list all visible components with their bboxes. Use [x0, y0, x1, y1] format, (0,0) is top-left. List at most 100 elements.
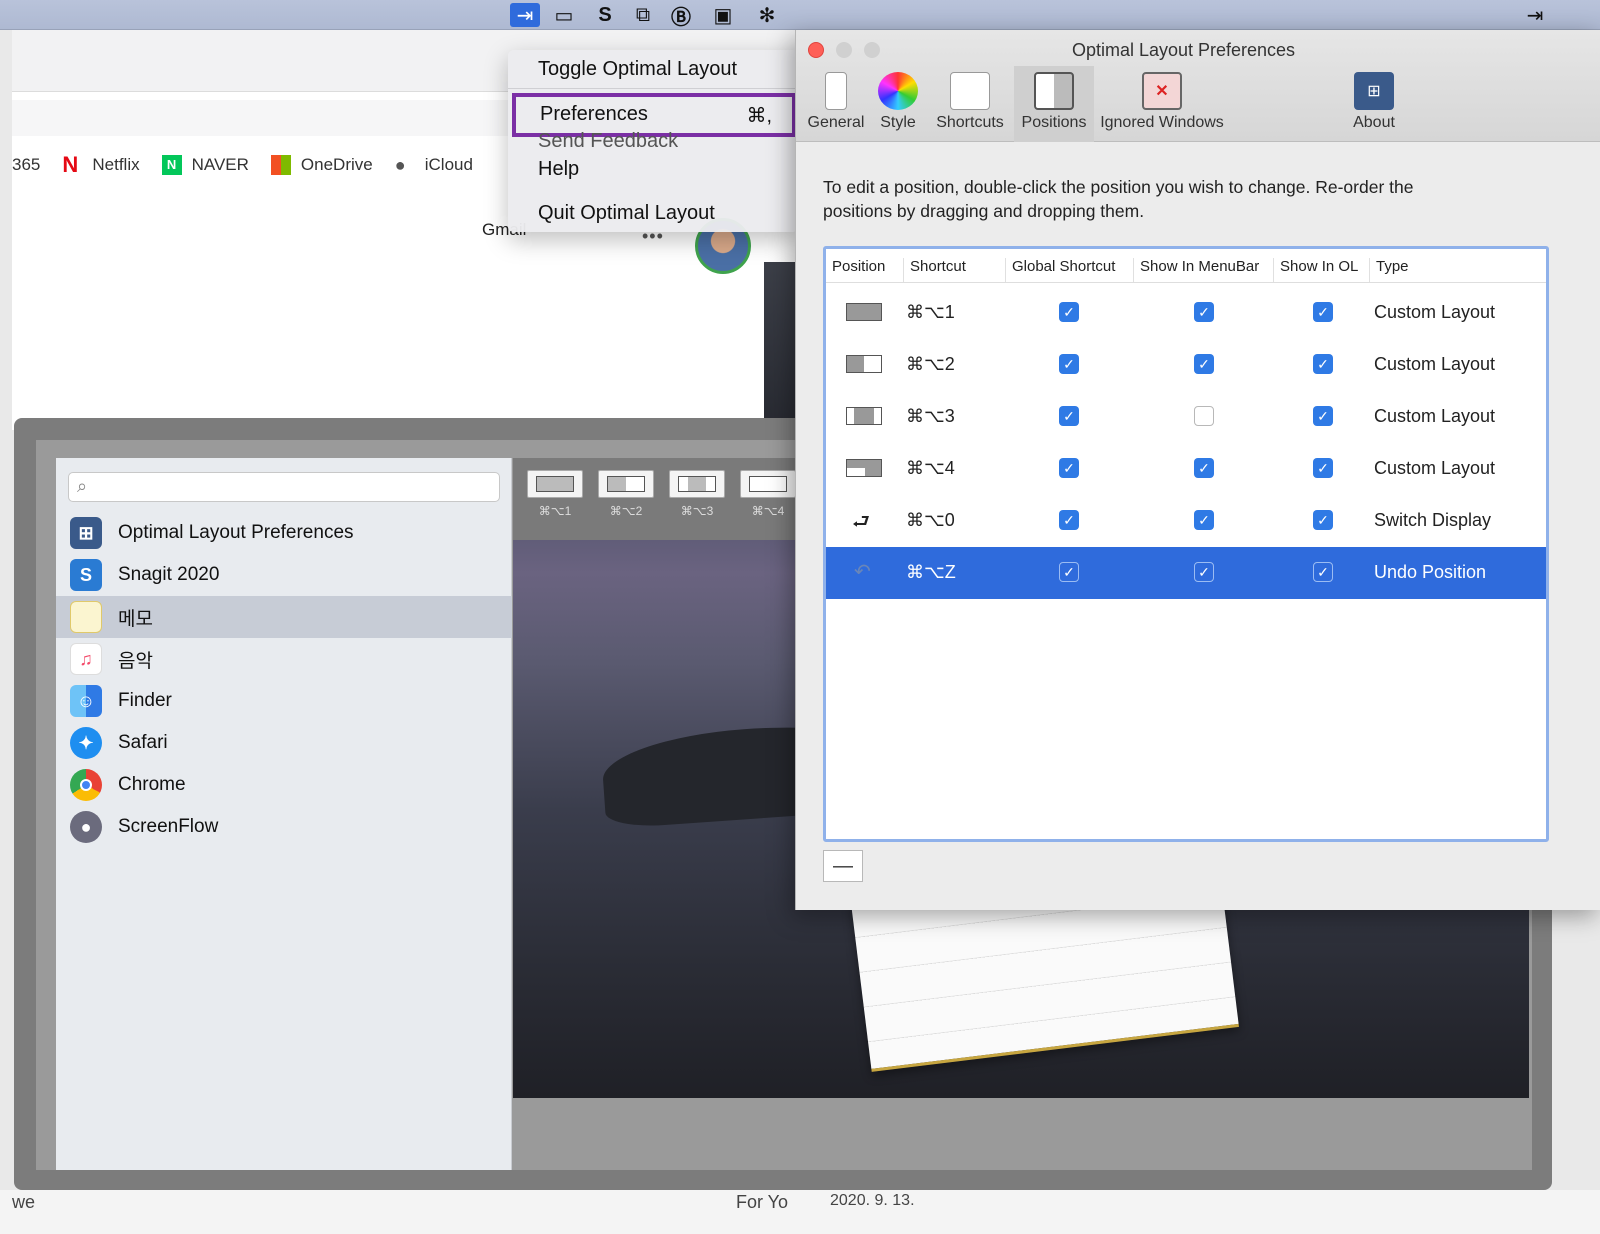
bold-b-icon[interactable]: Ⓑ	[666, 3, 696, 29]
center-layout-icon	[846, 407, 882, 425]
preferences-window: Optimal Layout Preferences General Style…	[795, 30, 1600, 910]
search-input[interactable]: ⌕	[68, 472, 500, 502]
app-item-memo[interactable]: 메모	[56, 596, 512, 638]
microsoft-icon	[270, 155, 291, 175]
shortcut-cell: ⌘⌥2	[906, 354, 955, 374]
table-row[interactable]: ⌘⌥2 ✓ ✓ ✓ Custom Layout	[826, 339, 1546, 391]
show-in-ol-checkbox[interactable]: ✓	[1313, 458, 1333, 478]
show-in-ol-checkbox[interactable]: ✓	[1313, 562, 1333, 582]
menu-toggle-optimal-layout[interactable]: Toggle Optimal Layout	[538, 58, 737, 81]
table-row[interactable]: ⌘⌥1 ✓ ✓ ✓ Custom Layout	[826, 287, 1546, 339]
show-in-ol-checkbox[interactable]: ✓	[1313, 510, 1333, 530]
table-row[interactable]: ⌘⌥3 ✓ ✓ Custom Layout	[826, 391, 1546, 443]
menubar: ⇥ ▭ S ⧉ Ⓑ ▣ ✻ ⇥	[0, 0, 1600, 30]
bookmark-icloud[interactable]: ● iCloud	[395, 155, 473, 175]
shortcut-cell: ⌘⌥0	[906, 510, 955, 530]
col-show-in-menubar[interactable]: Show In MenuBar	[1134, 258, 1274, 282]
right-arrow-icon[interactable]: ⇥	[1520, 3, 1550, 27]
snagit-icon[interactable]: S	[590, 3, 620, 27]
positions-description: To edit a position, double-click the pos…	[823, 177, 1414, 221]
remove-position-button[interactable]: —	[823, 850, 863, 882]
tab-style[interactable]: Style	[874, 66, 922, 142]
tab-ignored-windows[interactable]: ✕ Ignored Windows	[1096, 66, 1228, 142]
bluetooth-icon[interactable]: ✻	[752, 3, 782, 27]
keyboard-icon	[950, 72, 990, 110]
show-in-ol-checkbox[interactable]: ✓	[1313, 406, 1333, 426]
tab-shortcuts[interactable]: Shortcuts	[930, 66, 1010, 142]
tab-about[interactable]: ⊞ About	[1344, 66, 1404, 142]
col-position[interactable]: Position	[826, 258, 904, 282]
bookmark-netflix[interactable]: N Netflix	[62, 152, 139, 177]
launcher-sidebar: ⌕ ⊞ Optimal Layout Preferences S Snagit 20…	[56, 458, 512, 1170]
app-item-chrome[interactable]: Chrome	[56, 764, 512, 806]
show-in-menubar-checkbox[interactable]: ✓	[1194, 510, 1214, 530]
bookmarks-bar: 365 N Netflix N NAVER OneDrive ● iCloud	[12, 150, 495, 180]
screenflow-icon: ●	[70, 811, 102, 843]
position-thumb-label: ⌘⌥4	[751, 504, 785, 518]
global-shortcut-checkbox[interactable]: ✓	[1059, 406, 1079, 426]
position-thumb-label: ⌘⌥3	[680, 504, 714, 518]
bookmark-naver[interactable]: N NAVER	[161, 155, 249, 175]
app-item-finder[interactable]: ☺ Finder	[56, 680, 512, 722]
show-in-menubar-checkbox[interactable]: ✓	[1194, 458, 1214, 478]
show-in-menubar-checkbox[interactable]: ✓	[1194, 354, 1214, 374]
snagit-icon: S	[70, 559, 102, 591]
app-item-safari[interactable]: ✦ Safari	[56, 722, 512, 764]
top-right-layout-icon	[846, 459, 882, 477]
search-icon: ⌕	[77, 476, 88, 496]
show-in-menubar-checkbox[interactable]: ✓	[1194, 302, 1214, 322]
camera-icon[interactable]: ▭	[549, 3, 579, 27]
col-type[interactable]: Type	[1370, 258, 1540, 282]
notes-icon	[70, 601, 102, 633]
global-shortcut-checkbox[interactable]: ✓	[1059, 302, 1079, 322]
background-bottom	[0, 1190, 1600, 1234]
show-in-menubar-checkbox[interactable]: ✓	[1194, 562, 1214, 582]
switch-display-icon: ⮐	[852, 511, 870, 533]
bookmark-365[interactable]: 365	[12, 155, 40, 175]
netflix-icon: N	[62, 152, 79, 177]
chrome-icon	[70, 769, 102, 801]
app-item-music[interactable]: ♫ 음악	[56, 638, 512, 680]
global-shortcut-checkbox[interactable]: ✓	[1059, 458, 1079, 478]
position-thumb-1[interactable]	[527, 470, 583, 498]
show-in-ol-checkbox[interactable]: ✓	[1313, 354, 1333, 374]
menu-separator	[508, 88, 798, 89]
col-shortcut[interactable]: Shortcut	[904, 258, 1006, 282]
tab-positions[interactable]: Positions	[1014, 66, 1094, 142]
type-cell: Custom Layout	[1374, 406, 1496, 426]
col-global-shortcut[interactable]: Global Shortcut	[1006, 258, 1134, 282]
table-row[interactable]: ⮐ ⌘⌥0 ✓ ✓ ✓ Switch Display	[826, 495, 1546, 547]
global-shortcut-checkbox[interactable]: ✓	[1059, 510, 1079, 530]
screen-icon[interactable]: ▣	[708, 3, 738, 27]
table-row-selected[interactable]: ↶ ⌘⌥Z ✓ ✓ ✓ Undo Position	[826, 547, 1546, 599]
type-cell: Switch Display	[1374, 510, 1492, 530]
tab-general[interactable]: General	[804, 66, 868, 142]
position-thumb-shape	[678, 476, 716, 492]
background-text-we: we	[12, 1192, 36, 1212]
bookmark-onedrive[interactable]: OneDrive	[270, 155, 373, 175]
show-in-menubar-checkbox[interactable]	[1194, 406, 1214, 426]
status-menu: Toggle Optimal Layout Preferences ⌘, Sen…	[508, 50, 798, 232]
position-thumb-3[interactable]	[669, 470, 725, 498]
table-header: Position Shortcut Global Shortcut Show I…	[826, 249, 1546, 283]
toggle-icon[interactable]: ⧉	[628, 3, 658, 27]
ignored-window-icon: ✕	[1142, 72, 1182, 110]
app-item-snagit[interactable]: S Snagit 2020	[56, 554, 512, 596]
date-label: 2020. 9. 13.	[830, 1192, 915, 1209]
type-cell: Undo Position	[1374, 562, 1487, 582]
menu-send-feedback[interactable]: Send Feedback	[538, 130, 678, 153]
col-show-in-ol[interactable]: Show In OL	[1274, 258, 1370, 282]
show-in-ol-checkbox[interactable]: ✓	[1313, 302, 1333, 322]
menu-help[interactable]: Help	[538, 158, 579, 181]
optimal-layout-icon[interactable]: ⇥	[510, 3, 540, 27]
app-item-screenflow[interactable]: ● ScreenFlow	[56, 806, 512, 848]
switch-icon	[825, 72, 847, 110]
table-row[interactable]: ⌘⌥4 ✓ ✓ ✓ Custom Layout	[826, 443, 1546, 495]
position-thumb-4[interactable]	[740, 470, 796, 498]
global-shortcut-checkbox[interactable]: ✓	[1059, 562, 1079, 582]
safari-icon: ✦	[70, 727, 102, 759]
app-item-optimal-layout[interactable]: ⊞ Optimal Layout Preferences	[56, 512, 512, 554]
position-thumb-2[interactable]	[598, 470, 654, 498]
menu-quit[interactable]: Quit Optimal Layout	[538, 202, 715, 225]
global-shortcut-checkbox[interactable]: ✓	[1059, 354, 1079, 374]
